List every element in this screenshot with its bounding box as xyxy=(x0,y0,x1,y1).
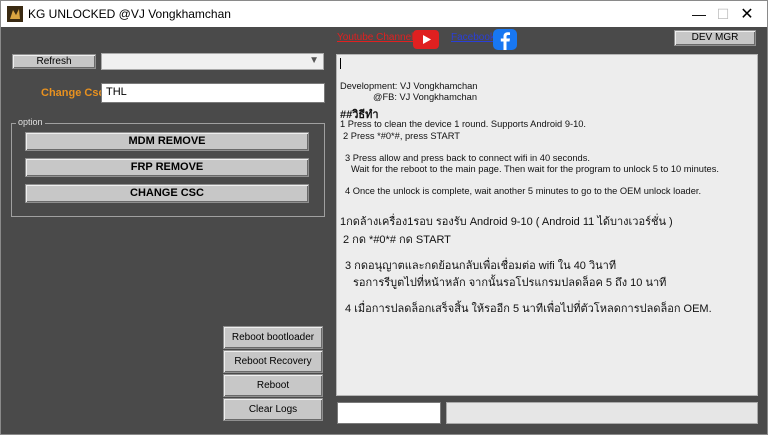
app-logo-icon xyxy=(7,6,23,22)
log-line: 2 Press *#0*#, press START xyxy=(343,131,460,141)
bottom-input[interactable] xyxy=(337,402,441,424)
facebook-icon[interactable] xyxy=(493,29,517,50)
change-csc-button[interactable]: CHANGE CSC xyxy=(25,184,309,203)
log-line: 1 Press to clean the device 1 round. Sup… xyxy=(340,119,587,129)
log-line: 4 เมื่อการปลดล็อกเสร็จสิ้น ให้รออีก 5 นา… xyxy=(345,303,712,315)
log-line: 2 กด *#0*# กด START xyxy=(343,234,451,246)
log-line: Development: VJ Vongkhamchan xyxy=(340,81,478,91)
log-output[interactable]: Development: VJ Vongkhamchan @FB: VJ Von… xyxy=(336,54,758,396)
facebook-link[interactable]: Facebook xyxy=(451,32,495,43)
log-line: Wait for the reboot to the main page. Th… xyxy=(351,164,719,174)
status-bar xyxy=(446,402,758,424)
log-line: 1กดล้างเครื่อง1รอบ รองรับ Android 9-10 (… xyxy=(340,216,673,228)
frp-remove-button[interactable]: FRP REMOVE xyxy=(25,158,309,177)
device-select[interactable]: ▼ xyxy=(101,53,324,70)
change-csc-label: Change Csc: xyxy=(41,87,109,99)
close-button[interactable]: ✕ xyxy=(725,1,768,27)
reboot-recovery-button[interactable]: Reboot Recovery xyxy=(223,350,323,373)
reboot-button[interactable]: Reboot xyxy=(223,374,323,397)
youtube-link[interactable]: Youtube Channels xyxy=(337,32,418,43)
csc-input[interactable]: THL xyxy=(101,83,325,103)
log-line: รอการรีบูตไปที่หน้าหลัก จากนั้นรอโปรแกรม… xyxy=(353,277,667,289)
option-group-label: option xyxy=(16,117,45,127)
title-bar: KG UNLOCKED @VJ Vongkhamchan — ☐ ✕ xyxy=(1,1,767,27)
close-icon: ✕ xyxy=(740,6,754,23)
log-line: 3 กดอนุญาตและกดย้อนกลับเพื่อเชื่อมต่อ wi… xyxy=(345,260,617,272)
youtube-icon[interactable] xyxy=(413,30,439,49)
reboot-bootloader-button[interactable]: Reboot bootloader xyxy=(223,326,323,349)
refresh-button[interactable]: Refresh xyxy=(12,54,96,69)
log-line: @FB: VJ Vongkhamchan xyxy=(373,92,478,102)
window-title: KG UNLOCKED @VJ Vongkhamchan xyxy=(28,7,231,21)
log-line: 4 Once the unlock is complete, wait anot… xyxy=(345,186,702,196)
clear-logs-button[interactable]: Clear Logs xyxy=(223,398,323,421)
app-window: KG UNLOCKED @VJ Vongkhamchan — ☐ ✕ Refre… xyxy=(0,0,768,435)
text-caret xyxy=(340,58,341,69)
dev-mgr-button[interactable]: DEV MGR xyxy=(674,30,756,46)
mdm-remove-button[interactable]: MDM REMOVE xyxy=(25,132,309,151)
log-line: 3 Press allow and press back to connect … xyxy=(345,153,590,163)
chevron-down-icon: ▼ xyxy=(309,55,319,66)
